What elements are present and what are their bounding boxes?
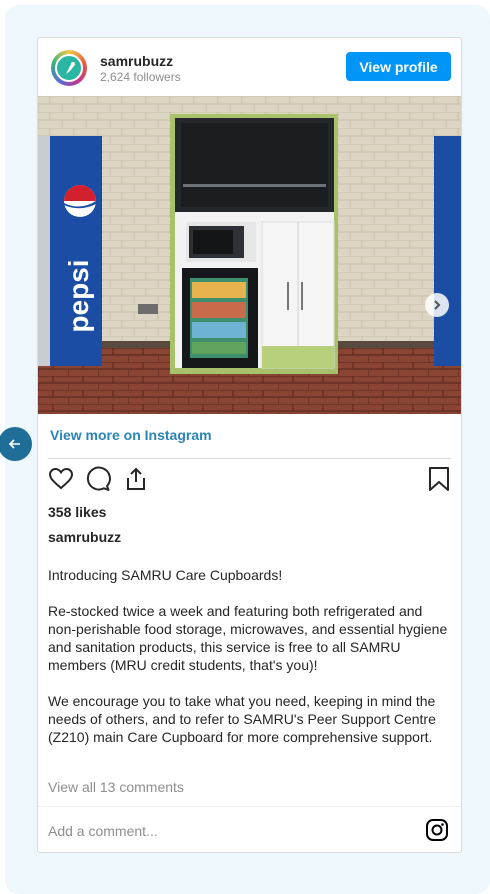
comment-input[interactable]: Add a comment... — [48, 823, 158, 839]
view-profile-button[interactable]: View profile — [346, 52, 451, 81]
view-more-link[interactable]: View more on Instagram — [50, 427, 212, 443]
comment-bubble-icon[interactable] — [85, 466, 111, 492]
divider — [38, 806, 461, 807]
instagram-post-card: samrubuzz 2,624 followers View profile p… — [37, 37, 462, 853]
heart-icon[interactable] — [48, 466, 74, 492]
post-username[interactable]: samrubuzz — [100, 53, 173, 69]
pepsi-logo-text: pepsi — [63, 259, 94, 332]
post-photo[interactable]: pepsi — [38, 96, 461, 414]
bookmark-icon[interactable] — [427, 466, 451, 492]
caption-username[interactable]: samrubuzz — [48, 529, 121, 545]
share-icon[interactable] — [123, 466, 149, 492]
avatar-image — [55, 54, 83, 82]
post-caption: Introducing SAMRU Care Cupboards! Re-sto… — [48, 566, 451, 764]
like-count[interactable]: 358 likes — [48, 504, 106, 520]
post-header: samrubuzz 2,624 followers View profile — [38, 38, 461, 96]
arrow-left-icon — [8, 439, 20, 449]
next-photo-button[interactable] — [425, 293, 449, 317]
chevron-right-icon — [434, 300, 441, 310]
avatar[interactable] — [51, 50, 87, 86]
divider — [48, 458, 451, 459]
action-bar — [38, 466, 461, 496]
view-comments-link[interactable]: View all 13 comments — [48, 779, 184, 795]
instagram-icon[interactable] — [425, 818, 449, 842]
caption-paragraph: Introducing SAMRU Care Cupboards! — [48, 567, 283, 583]
follower-count: 2,624 followers — [100, 70, 181, 84]
caption-paragraph: We encourage you to take what you need, … — [48, 693, 436, 745]
caption-paragraph: Re-stocked twice a week and featuring bo… — [48, 603, 448, 673]
